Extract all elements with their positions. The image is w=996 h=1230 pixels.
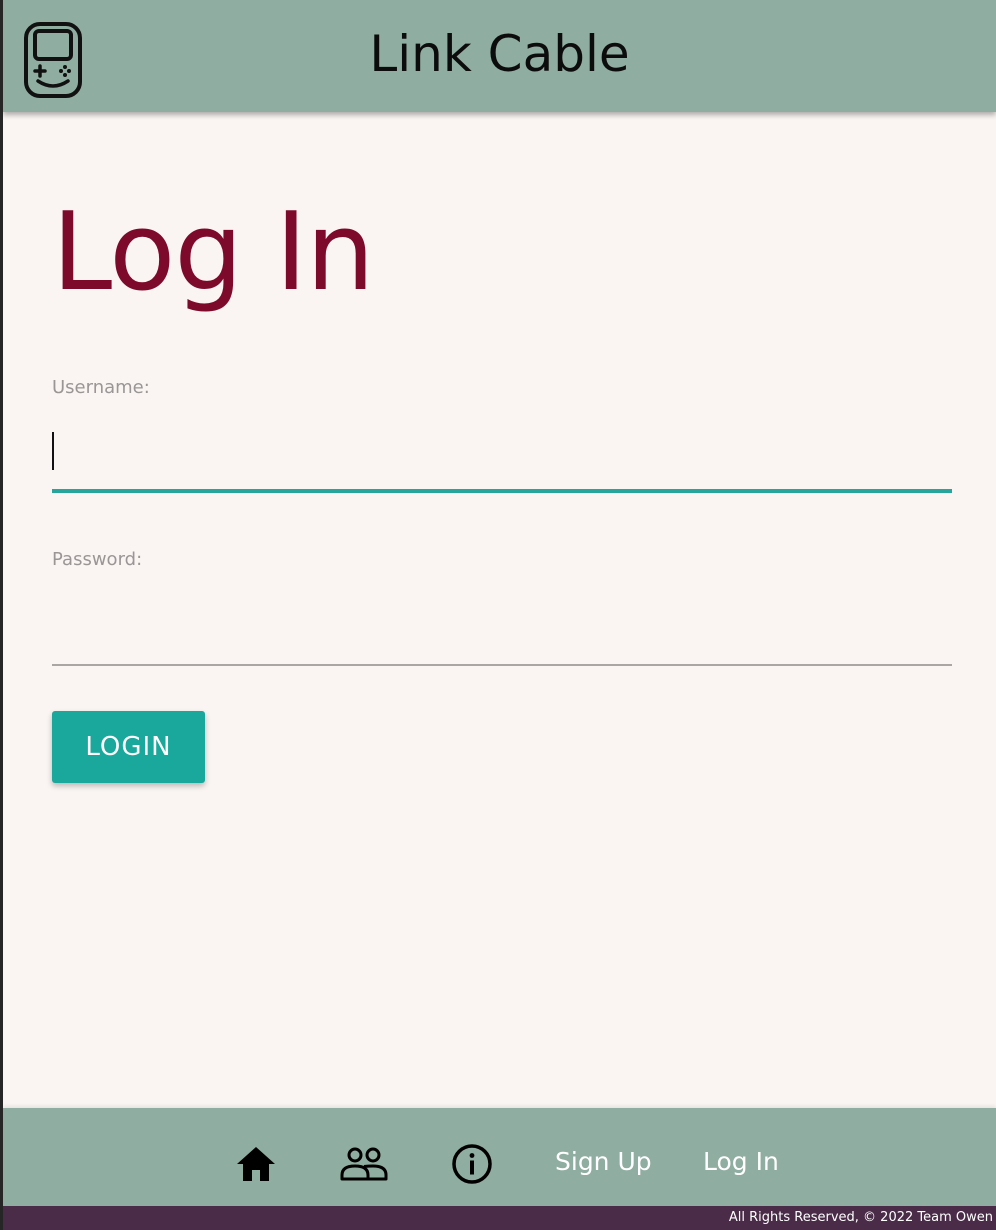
password-label: Password: (52, 549, 143, 570)
people-icon (340, 1147, 388, 1181)
nav-signup-link[interactable]: Sign Up (555, 1144, 652, 1180)
footer: All Rights Reserved, © 2022 Team Owen (3, 1206, 996, 1230)
nav-about[interactable] (449, 1142, 495, 1186)
text-caret (52, 432, 54, 470)
username-input[interactable] (52, 433, 952, 493)
app-window: Link Cable Log In Username: Password: LO… (3, 0, 996, 1230)
login-button[interactable]: LOGIN (52, 711, 205, 783)
app-title: Link Cable (369, 25, 630, 83)
copyright-text: All Rights Reserved, © 2022 Team Owen (728, 1210, 993, 1225)
info-icon (452, 1144, 492, 1184)
page-title: Log In (52, 190, 375, 315)
nav-login-link[interactable]: Log In (703, 1144, 779, 1180)
home-icon (237, 1147, 275, 1181)
password-input[interactable] (52, 608, 952, 666)
username-label: Username: (52, 377, 150, 398)
bottom-nav: Sign Up Log In (3, 1108, 996, 1206)
nav-people[interactable] (337, 1142, 391, 1186)
nav-home[interactable] (231, 1142, 281, 1186)
top-header: Link Cable (3, 0, 996, 112)
